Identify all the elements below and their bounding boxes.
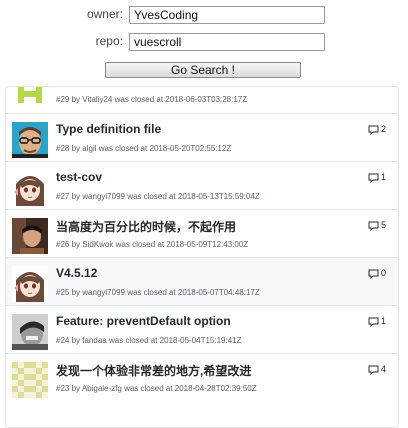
- issue-user: wangyi7099: [82, 192, 125, 201]
- issue-row[interactable]: 发现一个体验非常差的地方,希望改进 4 #23 by Abigale-zfg w…: [6, 353, 398, 401]
- closed-at: 2018-05-20T02:55:12Z: [149, 144, 232, 153]
- closed-at: 2018-04-28T02:39:50Z: [174, 384, 257, 393]
- issue-number: #24: [56, 336, 70, 345]
- issue-user: Vitaliy24: [82, 95, 113, 104]
- meta-joiner: was closed at: [127, 288, 176, 297]
- issue-title[interactable]: 发现一个体验非常差的地方,希望改进: [56, 362, 251, 379]
- closed-at: 2018-05-07T04:48:17Z: [177, 288, 260, 297]
- issue-user: Abigale-zfg: [81, 384, 122, 393]
- avatar: [12, 266, 48, 302]
- avatar: [12, 122, 48, 158]
- comment-icon: [368, 173, 379, 183]
- issue-number: #23: [56, 384, 70, 393]
- avatar: [12, 218, 48, 254]
- owner-row: owner:: [0, 6, 408, 26]
- avatar: [12, 87, 48, 109]
- issue-title[interactable]: V4.5.12: [56, 266, 97, 280]
- issue-row[interactable]: #29 by Vitaliy24 was closed at 2018-06-0…: [6, 87, 398, 113]
- closed-at: 2018-05-13T15:59:04Z: [177, 192, 260, 201]
- closed-at: 2018-05-09T12:43:00Z: [166, 240, 249, 249]
- issue-meta: #29 by Vitaliy24 was closed at 2018-06-0…: [56, 95, 248, 104]
- comment-icon: [368, 317, 379, 327]
- issue-meta: #26 by SidKwok was closed at 2018-05-09T…: [56, 240, 249, 249]
- issue-title[interactable]: Feature: preventDefault option: [56, 314, 231, 328]
- issue-user: wangyi7099: [82, 288, 125, 297]
- comment-icon: [368, 125, 379, 135]
- issue-number: #26: [56, 240, 70, 249]
- issue-meta: #27 by wangyi7099 was closed at 2018-05-…: [56, 192, 260, 201]
- issue-number: #25: [56, 288, 70, 297]
- issue-list[interactable]: #29 by Vitaliy24 was closed at 2018-06-0…: [5, 86, 399, 428]
- avatar: [12, 170, 48, 206]
- issue-row[interactable]: 当高度为百分比的时候，不起作用 5 #26 by SidKwok was clo…: [6, 209, 398, 257]
- owner-label: owner:: [86, 7, 123, 21]
- meta-joiner: was closed at: [108, 336, 158, 345]
- issue-row[interactable]: V4.5.12 0 #25 by wangyi7099 was closed a…: [6, 257, 398, 305]
- closed-at: 2018-06-03T03:28:17Z: [165, 95, 248, 104]
- issue-number: #27: [56, 192, 70, 201]
- comment-icon: [368, 365, 379, 375]
- closed-at: 2018-05-04T15:19:41Z: [159, 336, 242, 345]
- repo-input[interactable]: [129, 33, 325, 51]
- issue-number: #28: [56, 144, 70, 153]
- avatar: [12, 362, 48, 398]
- meta-joiner: was closed at: [127, 192, 176, 201]
- issue-title[interactable]: test-cov: [56, 170, 102, 184]
- meta-joiner: was closed at: [98, 144, 148, 153]
- issue-row[interactable]: test-cov 1 #27 by wangyi7099 was closed …: [6, 161, 398, 209]
- issue-user: SidKwok: [82, 240, 114, 249]
- comment-count[interactable]: 1: [368, 316, 386, 327]
- issue-row[interactable]: Feature: preventDefault option 1 #24 by …: [6, 305, 398, 353]
- issue-row[interactable]: Type definition file 2 #28 by algil was …: [6, 113, 398, 161]
- meta-joiner: was closed at: [124, 384, 173, 393]
- comment-icon: [368, 269, 379, 279]
- issue-user: algil: [82, 144, 97, 153]
- repo-label: repo:: [95, 34, 123, 48]
- repo-row: repo:: [0, 33, 408, 53]
- issue-title[interactable]: Type definition file: [56, 122, 161, 136]
- comment-icon: [368, 221, 379, 231]
- issue-title[interactable]: 当高度为百分比的时候，不起作用: [56, 218, 236, 235]
- comment-count[interactable]: 0: [368, 268, 386, 279]
- meta-joiner: was closed at: [114, 95, 164, 104]
- meta-joiner: was closed at: [115, 240, 165, 249]
- issue-meta: #24 by fandaa was closed at 2018-05-04T1…: [56, 336, 242, 345]
- issue-meta: #23 by Abigale-zfg was closed at 2018-04…: [56, 384, 257, 393]
- issue-meta: #25 by wangyi7099 was closed at 2018-05-…: [56, 288, 260, 297]
- comment-count[interactable]: 5: [368, 220, 386, 231]
- issue-meta: #28 by algil was closed at 2018-05-20T02…: [56, 144, 232, 153]
- go-search-button[interactable]: Go Search !: [105, 62, 301, 78]
- comment-count[interactable]: 2: [368, 124, 386, 135]
- owner-input[interactable]: [129, 6, 325, 24]
- comment-count[interactable]: 1: [368, 172, 386, 183]
- comment-count[interactable]: 4: [368, 364, 386, 375]
- issue-user: fandaa: [82, 336, 107, 345]
- issue-number: #29: [56, 95, 70, 104]
- avatar: [12, 314, 48, 350]
